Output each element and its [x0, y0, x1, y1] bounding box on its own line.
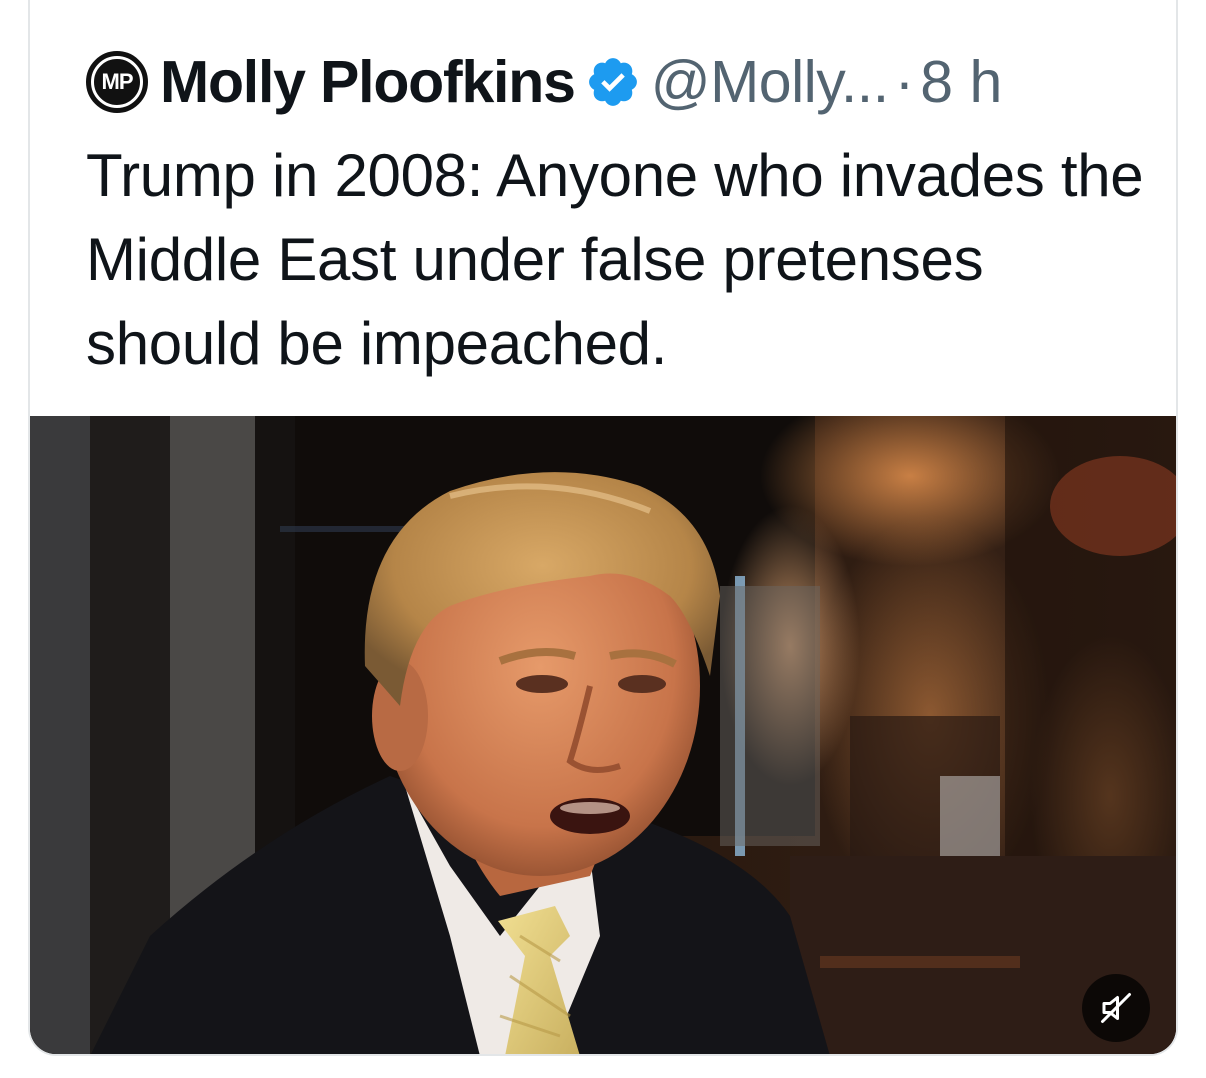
author-handle[interactable]: @Molly... [651, 48, 889, 116]
video-frame [30, 416, 1176, 1054]
verified-badge-icon [588, 58, 637, 106]
tweet-header: MP Molly Ploofkins @Molly... · 8 h [86, 40, 1002, 124]
avatar-initials: MP [91, 56, 143, 108]
tweet-text: Trump in 2008: Anyone who invades the Mi… [86, 142, 1144, 377]
author-avatar[interactable]: MP [86, 51, 148, 113]
tweet-timestamp[interactable]: 8 h [920, 48, 1002, 116]
author-name[interactable]: Molly Ploofkins [160, 48, 576, 116]
tweet-card[interactable]: MP Molly Ploofkins @Molly... · 8 h Trump… [28, 0, 1178, 1056]
mute-button[interactable] [1082, 974, 1150, 1042]
speaker-muted-icon [1101, 993, 1131, 1023]
tweet-video[interactable] [30, 416, 1176, 1054]
separator-dot: · [894, 49, 915, 115]
